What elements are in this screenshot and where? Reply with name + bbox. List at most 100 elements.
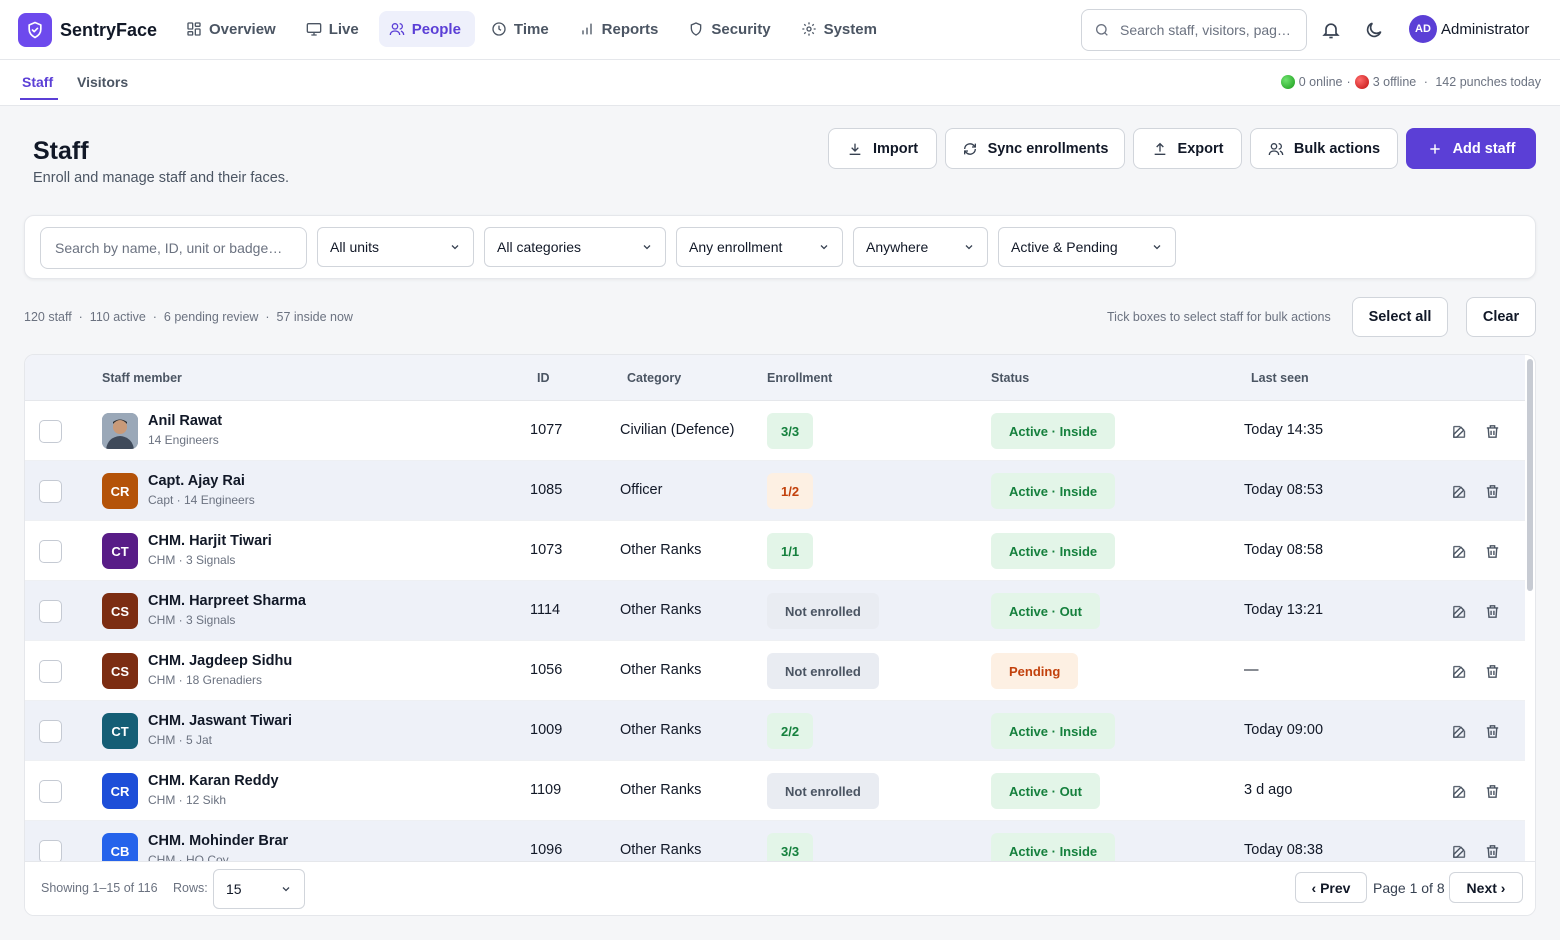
enrollment-select[interactable]: Any enrollment	[676, 227, 843, 267]
col-status[interactable]: Status	[991, 371, 1029, 385]
notifications-button[interactable]	[1319, 18, 1343, 42]
tab-staff[interactable]: Staff	[22, 74, 53, 90]
last-seen: Today 14:35	[1244, 422, 1324, 438]
trash-icon[interactable]	[1482, 721, 1502, 741]
trash-icon[interactable]	[1482, 841, 1502, 861]
chevron-down-icon	[282, 887, 290, 892]
nav-people[interactable]: People	[378, 11, 475, 47]
chevron-down-icon	[643, 245, 651, 250]
staff-name[interactable]: CHM. Harpreet Sharma	[148, 593, 306, 609]
staff-category: Other Ranks	[620, 662, 702, 678]
select-all-button[interactable]: Select all	[1352, 297, 1448, 337]
staff-name[interactable]: Capt. Ajay Rai	[148, 473, 245, 489]
avatar: CR	[102, 473, 138, 509]
nav-label: Overview	[209, 20, 276, 38]
edit-icon[interactable]	[1449, 721, 1469, 741]
next-page-button[interactable]: Next ›	[1449, 872, 1523, 903]
status-value: Active & Pending	[1011, 239, 1118, 255]
export-label: Export	[1177, 140, 1224, 157]
nav-reports[interactable]: Reports	[569, 11, 673, 47]
edit-icon[interactable]	[1449, 661, 1469, 681]
prev-page-button[interactable]: ‹ Prev	[1295, 872, 1367, 903]
table-row[interactable]: CT CHM. Harjit Tiwari CHM · 3 Signals 1073 O…	[25, 521, 1525, 581]
global-search[interactable]	[1081, 9, 1307, 51]
col-staff-member[interactable]: Staff member	[102, 371, 182, 385]
import-button[interactable]: Import	[828, 128, 937, 169]
staff-search[interactable]	[40, 227, 307, 269]
staff-name[interactable]: CHM. Harjit Tiwari	[148, 533, 272, 549]
theme-toggle-button[interactable]	[1362, 18, 1386, 42]
nav-overview[interactable]: Overview	[176, 11, 290, 47]
trash-icon[interactable]	[1482, 601, 1502, 621]
edit-icon[interactable]	[1449, 841, 1469, 861]
table-row[interactable]: Anil Rawat 14 Engineers 1077 Civilian (Defe…	[25, 401, 1525, 461]
brand[interactable]: SentryFace	[18, 13, 157, 47]
chevron-down-icon	[1153, 245, 1161, 250]
rows-per-page-select[interactable]: 15	[213, 869, 305, 909]
bulk-actions-button[interactable]: Bulk actions	[1250, 128, 1398, 169]
row-checkbox[interactable]	[39, 420, 62, 443]
staff-name[interactable]: CHM. Jagdeep Sidhu	[148, 653, 292, 669]
trash-icon[interactable]	[1482, 781, 1502, 801]
row-checkbox[interactable]	[39, 840, 62, 861]
staff-name[interactable]: CHM. Jaswant Tiwari	[148, 713, 292, 729]
summary-active: 110 active	[89, 310, 146, 324]
staff-name[interactable]: CHM. Mohinder Brar	[148, 833, 288, 849]
table-row[interactable]: CB CHM. Mohinder Brar CHM · HQ Coy 1096 Othe…	[25, 821, 1525, 861]
trash-icon[interactable]	[1482, 541, 1502, 561]
col-last-seen[interactable]: Last seen	[1251, 371, 1309, 385]
enrollment-badge: 2/2	[767, 713, 814, 749]
row-checkbox[interactable]	[39, 600, 62, 623]
nav-label: Live	[328, 20, 359, 38]
location-select[interactable]: Anywhere	[853, 227, 988, 267]
col-id[interactable]: ID	[537, 371, 550, 385]
trash-icon[interactable]	[1482, 661, 1502, 681]
row-checkbox[interactable]	[39, 780, 62, 803]
global-search-input[interactable]	[1120, 22, 1290, 38]
table-row[interactable]: CT CHM. Jaswant Tiwari CHM · 5 Jat 1009 Othe…	[25, 701, 1525, 761]
chevron-down-icon	[820, 245, 828, 250]
staff-id: 1077	[530, 422, 563, 438]
table-scrollbar[interactable]	[1527, 359, 1533, 591]
trash-icon[interactable]	[1482, 481, 1502, 501]
nav-security[interactable]: Security	[678, 11, 784, 47]
offline-dot-icon	[1354, 75, 1369, 89]
edit-icon[interactable]	[1449, 601, 1469, 621]
user-menu[interactable]: AD Administrator	[1409, 15, 1529, 43]
table-row[interactable]: CR CHM. Karan Reddy CHM · 12 Sikh 1109 Other…	[25, 761, 1525, 821]
export-button[interactable]: Export	[1133, 128, 1242, 169]
row-checkbox[interactable]	[39, 540, 62, 563]
row-checkbox[interactable]	[39, 480, 62, 503]
edit-icon[interactable]	[1449, 421, 1469, 441]
enrollment-badge: Not enrolled	[767, 773, 879, 809]
units-select[interactable]: All units	[317, 227, 474, 267]
sync-enrollments-button[interactable]: Sync enrollments	[945, 128, 1125, 169]
table-row[interactable]: CS CHM. Harpreet Sharma CHM · 3 Signals 111…	[25, 581, 1525, 641]
nav-time[interactable]: Time	[481, 11, 563, 47]
row-checkbox[interactable]	[39, 720, 62, 743]
edit-icon[interactable]	[1449, 541, 1469, 561]
staff-name[interactable]: Anil Rawat	[148, 413, 222, 429]
edit-icon[interactable]	[1449, 781, 1469, 801]
nav-live[interactable]: Live	[296, 11, 373, 47]
avatar-initials: CT	[111, 723, 129, 739]
nav-system[interactable]: System	[791, 11, 891, 47]
add-staff-button[interactable]: Add staff	[1406, 128, 1536, 169]
online-dot-icon	[1280, 75, 1295, 89]
col-category[interactable]: Category	[627, 371, 681, 385]
staff-search-input[interactable]	[55, 240, 292, 256]
categories-select[interactable]: All categories	[484, 227, 666, 267]
row-checkbox[interactable]	[39, 660, 62, 683]
edit-icon[interactable]	[1449, 481, 1469, 501]
status-select[interactable]: Active & Pending	[998, 227, 1176, 267]
staff-name[interactable]: CHM. Karan Reddy	[148, 773, 279, 789]
table-row[interactable]: CS CHM. Jagdeep Sidhu CHM · 18 Grenadiers 1…	[25, 641, 1525, 701]
clear-button[interactable]: Clear	[1466, 297, 1536, 337]
status-badge: Active · Inside	[991, 713, 1116, 749]
tab-visitors[interactable]: Visitors	[77, 74, 128, 90]
status-badge: Active · Inside	[991, 413, 1116, 449]
table-body: Anil Rawat 14 Engineers 1077 Civilian (Defe…	[25, 401, 1525, 861]
table-row[interactable]: CR Capt. Ajay Rai Capt · 14 Engineers 1085 O…	[25, 461, 1525, 521]
col-enrollment[interactable]: Enrollment	[767, 371, 832, 385]
trash-icon[interactable]	[1482, 421, 1502, 441]
